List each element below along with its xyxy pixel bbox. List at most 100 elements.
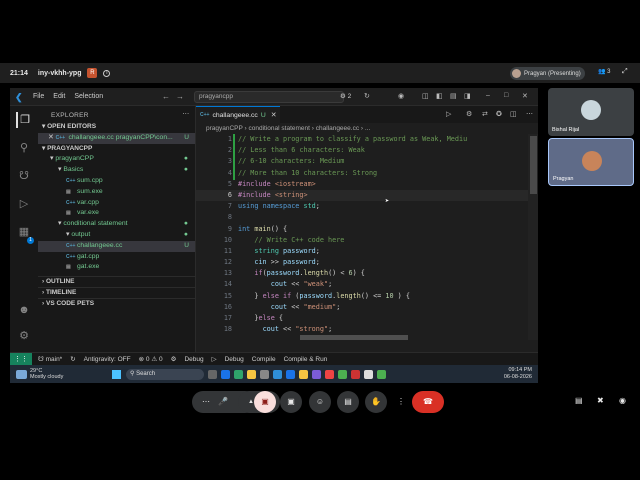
copilot-icon[interactable]: ◉: [398, 92, 404, 100]
scroll-thumb[interactable]: [530, 136, 537, 194]
split-editor-icon[interactable]: ◫: [510, 110, 517, 118]
menu-file[interactable]: File: [33, 93, 44, 100]
command-center-search[interactable]: pragyancpp: [194, 91, 344, 103]
tree-item[interactable]: ▾ pragyanCPP ●: [38, 154, 195, 165]
present-screen-icon[interactable]: ▣: [280, 391, 302, 413]
close-window-icon[interactable]: ✕: [522, 92, 528, 100]
code-line[interactable]: 16 cout << "medium";: [196, 302, 538, 313]
code-line[interactable]: 2 // Less than 6 characters: Weak: [196, 145, 538, 156]
compare-icon[interactable]: ⇄: [482, 110, 488, 118]
participant-count[interactable]: 👥 3: [598, 68, 610, 75]
windows-start-icon[interactable]: [112, 369, 121, 379]
camera-off-icon[interactable]: ▣: [254, 391, 276, 413]
menu-edit[interactable]: Edit: [53, 93, 65, 100]
play-icon[interactable]: ▷: [212, 355, 217, 363]
run-icon[interactable]: ▷: [446, 110, 451, 118]
more-options-icon[interactable]: ⋮: [390, 391, 412, 413]
code-line[interactable]: 18 cout << "strong";: [196, 324, 538, 335]
code-line[interactable]: 12 cin >> password;: [196, 257, 538, 268]
antigravity-status[interactable]: Antigravity: OFF: [84, 356, 131, 363]
remote-icon[interactable]: ⋮⋮: [10, 352, 32, 365]
code-line[interactable]: 7 using namespace std;: [196, 201, 538, 212]
vscode-taskbar-icon[interactable]: [273, 369, 282, 379]
source-control-icon[interactable]: ☋: [16, 168, 32, 184]
branch-status[interactable]: ☋ main*: [38, 355, 62, 363]
participant-tile[interactable]: Bishal Rijal: [548, 88, 634, 136]
activities-icon[interactable]: ✖: [597, 396, 604, 405]
code-line[interactable]: 4 // More than 10 characters: Strong: [196, 168, 538, 179]
section-outline[interactable]: › OUTLINE: [38, 276, 195, 287]
code-line[interactable]: 5 #include <iostream>: [196, 179, 538, 190]
account-icon[interactable]: ☻: [16, 302, 32, 318]
toggle-panel-icon[interactable]: ▤: [450, 92, 457, 100]
close-tab-icon[interactable]: ✕: [271, 111, 277, 119]
section-code-pets[interactable]: › VS CODE PETS: [38, 297, 195, 309]
debug-status-1[interactable]: Debug: [184, 356, 203, 363]
tree-item[interactable]: ▤ gat.exe: [38, 262, 195, 273]
chrome-icon[interactable]: [338, 369, 347, 379]
run-debug-icon[interactable]: ▷: [16, 196, 32, 212]
code-line[interactable]: 14 cout << "weak";: [196, 279, 538, 290]
bug-icon[interactable]: ⚙: [171, 355, 177, 363]
tab-challangeee[interactable]: C++ challangeee.cc U ✕: [196, 106, 281, 123]
code-line[interactable]: 8: [196, 212, 538, 223]
settings-icon[interactable]: ⚙: [466, 110, 472, 118]
lock-icon[interactable]: ◉: [619, 396, 626, 405]
horizontal-scrollbar[interactable]: [300, 335, 408, 340]
code-editor[interactable]: 1 // Write a program to classify a passwo…: [196, 134, 538, 340]
recording-badge[interactable]: R: [87, 68, 98, 78]
menu-selection[interactable]: Selection: [74, 93, 103, 100]
debug-status-2[interactable]: Debug: [225, 356, 244, 363]
weather-widget[interactable]: 29°C Mostly cloudy: [16, 368, 106, 380]
more-actions-icon[interactable]: ⋯: [526, 110, 533, 118]
search-icon[interactable]: ⚲: [16, 140, 32, 156]
tree-item[interactable]: C++ challangeee.cc U: [38, 240, 195, 252]
scrollbar[interactable]: [528, 134, 538, 340]
microphone-icon[interactable]: 🎤: [212, 391, 234, 413]
edge-icon[interactable]: [221, 369, 230, 379]
presenter-chip[interactable]: Pragyan (Presenting): [510, 67, 585, 80]
tree-item[interactable]: C++ gat.cpp: [38, 252, 195, 263]
maximize-icon[interactable]: □: [504, 92, 508, 99]
taskbar-clock[interactable]: 09:14 PM 06-08-2026: [504, 367, 532, 381]
breadcrumb[interactable]: pragyanCPP › conditional statement › cha…: [196, 123, 538, 134]
copilot-edit-icon[interactable]: ✪: [496, 110, 502, 118]
code-line[interactable]: 3 // 6-10 characters: Medium: [196, 156, 538, 167]
toggle-secondary-icon[interactable]: ◨: [464, 92, 471, 100]
emoji-icon[interactable]: ☺: [309, 391, 331, 413]
chat-icon[interactable]: ↻: [364, 92, 370, 100]
code-line[interactable]: 17 }else {: [196, 313, 538, 324]
chrome-icon[interactable]: [377, 369, 386, 379]
info-icon[interactable]: i: [103, 69, 111, 77]
tree-item[interactable]: ▤ var.exe: [38, 208, 195, 219]
copilot-status[interactable]: ⚙ 2: [340, 92, 351, 100]
forward-arrow-icon[interactable]: →: [176, 92, 184, 101]
explorer-icon[interactable]: ❐: [16, 112, 32, 128]
end-call-button[interactable]: ☎: [412, 391, 444, 413]
code-line[interactable]: 13 if(password.length() < 6) {: [196, 268, 538, 279]
layout-panel-icon[interactable]: ◫: [422, 92, 429, 100]
code-line[interactable]: 9 int main() {: [196, 224, 538, 235]
code-line[interactable]: 1 // Write a program to classify a passwo…: [196, 134, 538, 145]
raise-hand-icon[interactable]: ✋: [365, 391, 387, 413]
app-icon[interactable]: [234, 369, 243, 379]
back-arrow-icon[interactable]: ←: [162, 92, 170, 101]
minimize-icon[interactable]: –: [486, 92, 490, 99]
task-view-icon[interactable]: [208, 369, 217, 379]
more-actions-icon[interactable]: ⋯: [182, 110, 189, 118]
app-icon[interactable]: [312, 369, 321, 379]
tree-item[interactable]: ▤ sum.exe: [38, 187, 195, 198]
fullscreen-icon[interactable]: ⤢: [622, 68, 628, 76]
code-line[interactable]: 6 #include <string>: [196, 189, 538, 202]
code-line[interactable]: 15 } else if (password.length() <= 10 ) …: [196, 291, 538, 302]
gear-icon[interactable]: ⚙: [16, 328, 32, 344]
toggle-sidebar-icon[interactable]: ◧: [436, 92, 443, 100]
code-line[interactable]: 11 string password;: [196, 246, 538, 257]
tree-item[interactable]: ▾ conditional statement ●: [38, 219, 195, 230]
app-icon[interactable]: [325, 369, 334, 379]
code-line[interactable]: 10 // Write C++ code here: [196, 235, 538, 246]
participant-tile[interactable]: Pragyan: [548, 138, 634, 186]
app-icon[interactable]: [351, 369, 360, 379]
section-timeline[interactable]: › TIMELINE: [38, 286, 195, 298]
tree-item[interactable]: ▾ Basics ●: [38, 165, 195, 176]
